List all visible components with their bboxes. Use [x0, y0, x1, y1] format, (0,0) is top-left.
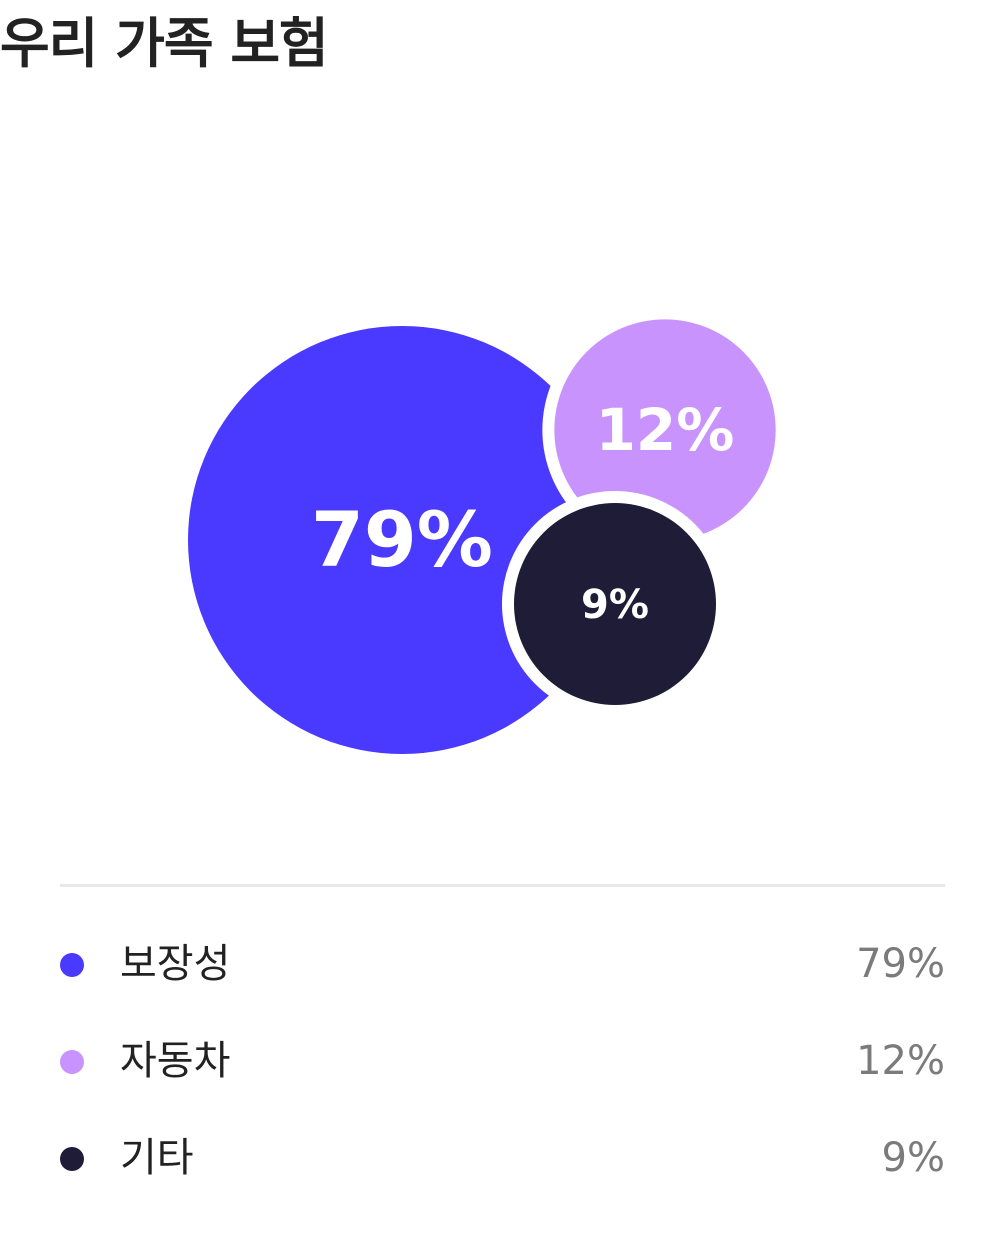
bubble-label-car: 12% — [596, 396, 735, 464]
legend-item-other: 기타 9% — [60, 1108, 945, 1205]
legend-label-coverage: 보장성 — [120, 941, 231, 987]
legend-item-coverage: 보장성 79% — [60, 914, 945, 1011]
legend-dot-other — [60, 1147, 84, 1171]
bubble-label-other: 9% — [581, 582, 649, 628]
legend-dot-car — [60, 1050, 84, 1074]
legend-label-other: 기타 — [120, 1135, 194, 1181]
bubble-chart: 79% 12% 9% — [188, 307, 788, 754]
legend-divider — [60, 884, 945, 887]
bubble-group: 79% 12% 9% — [188, 307, 788, 754]
legend-value-car: 12% — [856, 1038, 945, 1084]
legend-label-car: 자동차 — [120, 1038, 231, 1084]
legend-item-car: 자동차 12% — [60, 1011, 945, 1108]
legend-value-coverage: 79% — [856, 941, 945, 987]
legend-dot-coverage — [60, 953, 84, 977]
legend-list: 보장성 79% 자동차 12% 기타 9% — [60, 914, 945, 1205]
legend-value-other: 9% — [881, 1135, 945, 1181]
bubble-label-coverage: 79% — [311, 495, 493, 584]
